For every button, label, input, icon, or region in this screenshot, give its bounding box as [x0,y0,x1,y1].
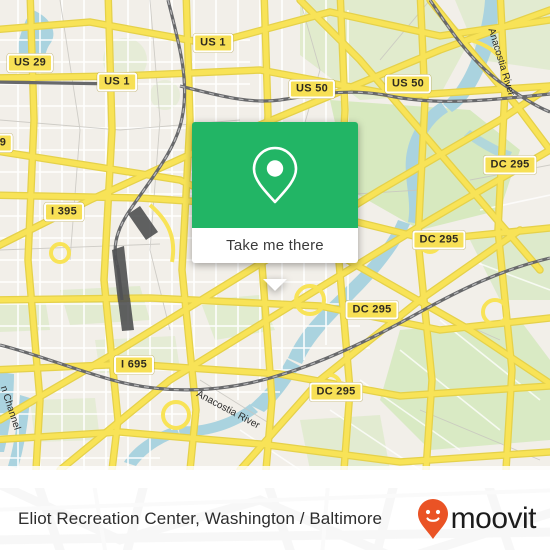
location-callout-card[interactable]: Take me there [192,122,358,291]
map-pin-icon [252,146,298,204]
road-shield: DC 295 [345,300,399,320]
road-shield: US 29 [6,53,54,73]
road-shield: DC 295 [309,382,363,402]
road-shield: I 395 [44,202,84,222]
take-me-there-label: Take me there [226,237,324,254]
callout-header [192,122,358,228]
road-shield: 9 [0,133,14,153]
road-shield: I 695 [114,355,154,375]
road-shield: DC 295 [483,155,537,175]
map-attribution-bar: © OpenStreetMap contributors [0,466,550,470]
page-title: Eliot Recreation Center, Washington / Ba… [18,509,383,528]
moovit-wordmark: moovit [450,502,537,535]
map-canvas[interactable]: US 29 US 1 US 1 US 50 US 50 DC 295 DC 29… [0,0,550,470]
road-shield: US 50 [288,79,336,99]
road-shield: DC 295 [412,230,466,250]
moovit-smiling-pin-icon [417,499,448,539]
callout-pointer [263,279,287,291]
road-shield: US 1 [193,33,233,53]
moovit-logo[interactable]: moovit [417,498,537,540]
take-me-there-button[interactable]: Take me there [192,228,358,263]
footer-bar: Eliot Recreation Center, Washington / Ba… [0,488,550,550]
moovit-map-screenshot: US 29 US 1 US 1 US 50 US 50 DC 295 DC 29… [0,0,550,550]
road-shield: US 50 [384,74,432,94]
road-shield: US 1 [97,72,137,92]
